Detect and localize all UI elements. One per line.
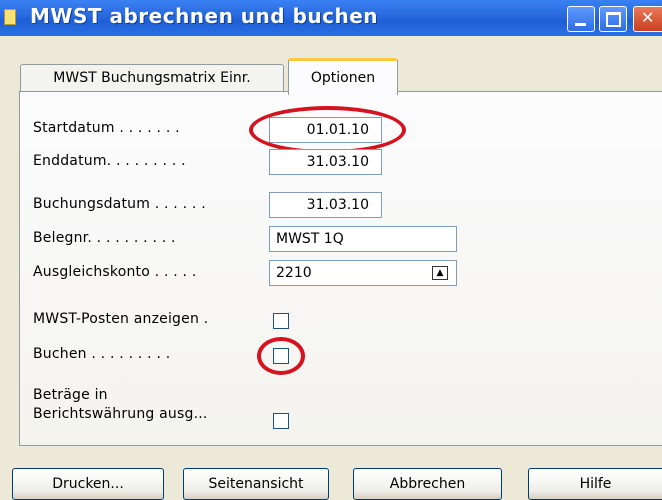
minimize-icon[interactable] <box>567 6 595 32</box>
betraege-label-line2: Berichtswährung ausg... <box>33 406 208 422</box>
betraege-label-line1: Beträge in <box>33 387 108 403</box>
startdatum-label: Startdatum . . . . . . . <box>33 120 180 136</box>
tab-optionen[interactable]: Optionen <box>288 58 398 95</box>
hilfe-button[interactable]: Hilfe <box>528 468 662 500</box>
mwst-posten-label: MWST-Posten anzeigen . <box>33 311 209 327</box>
belegnr-field[interactable]: MWST 1Q <box>269 226 457 252</box>
window-title: MWST abrechnen und buchen <box>30 4 379 28</box>
drucken-button[interactable]: Drucken... <box>12 468 164 500</box>
highlight-circle-buchen <box>257 337 305 375</box>
highlight-circle-startdatum <box>249 106 406 154</box>
enddatum-label: Enddatum. . . . . . . . . <box>33 153 186 169</box>
lookup-arrow-icon[interactable]: ▲ <box>432 266 448 280</box>
belegnr-label: Belegnr. . . . . . . . . . <box>33 230 176 246</box>
buchen-label: Buchen . . . . . . . . . <box>33 346 171 362</box>
buchungsdatum-label: Buchungsdatum . . . . . . <box>33 196 206 212</box>
options-panel: Startdatum . . . . . . . 01.01.10 Enddat… <box>19 91 662 446</box>
enddatum-field[interactable]: 31.03.10 <box>269 149 382 175</box>
buchungsdatum-field[interactable]: 31.03.10 <box>269 192 382 218</box>
mwst-posten-checkbox[interactable] <box>273 313 289 329</box>
abbrechen-button[interactable]: Abbrechen <box>353 468 502 500</box>
ausgleichskonto-value: 2210 <box>276 265 312 281</box>
maximize-icon[interactable] <box>599 6 627 32</box>
ausgleichskonto-label: Ausgleichskonto . . . . . <box>33 264 197 280</box>
title-bar[interactable]: MWST abrechnen und buchen <box>0 0 662 36</box>
betraege-checkbox[interactable] <box>273 413 289 429</box>
close-icon[interactable] <box>633 6 662 32</box>
seitenansicht-button[interactable]: Seitenansicht <box>183 468 329 500</box>
ausgleichskonto-field[interactable]: 2210 ▲ <box>269 260 457 286</box>
tab-buchungsmatrix[interactable]: MWST Buchungsmatrix Einr. <box>20 64 284 92</box>
app-icon <box>4 9 16 25</box>
